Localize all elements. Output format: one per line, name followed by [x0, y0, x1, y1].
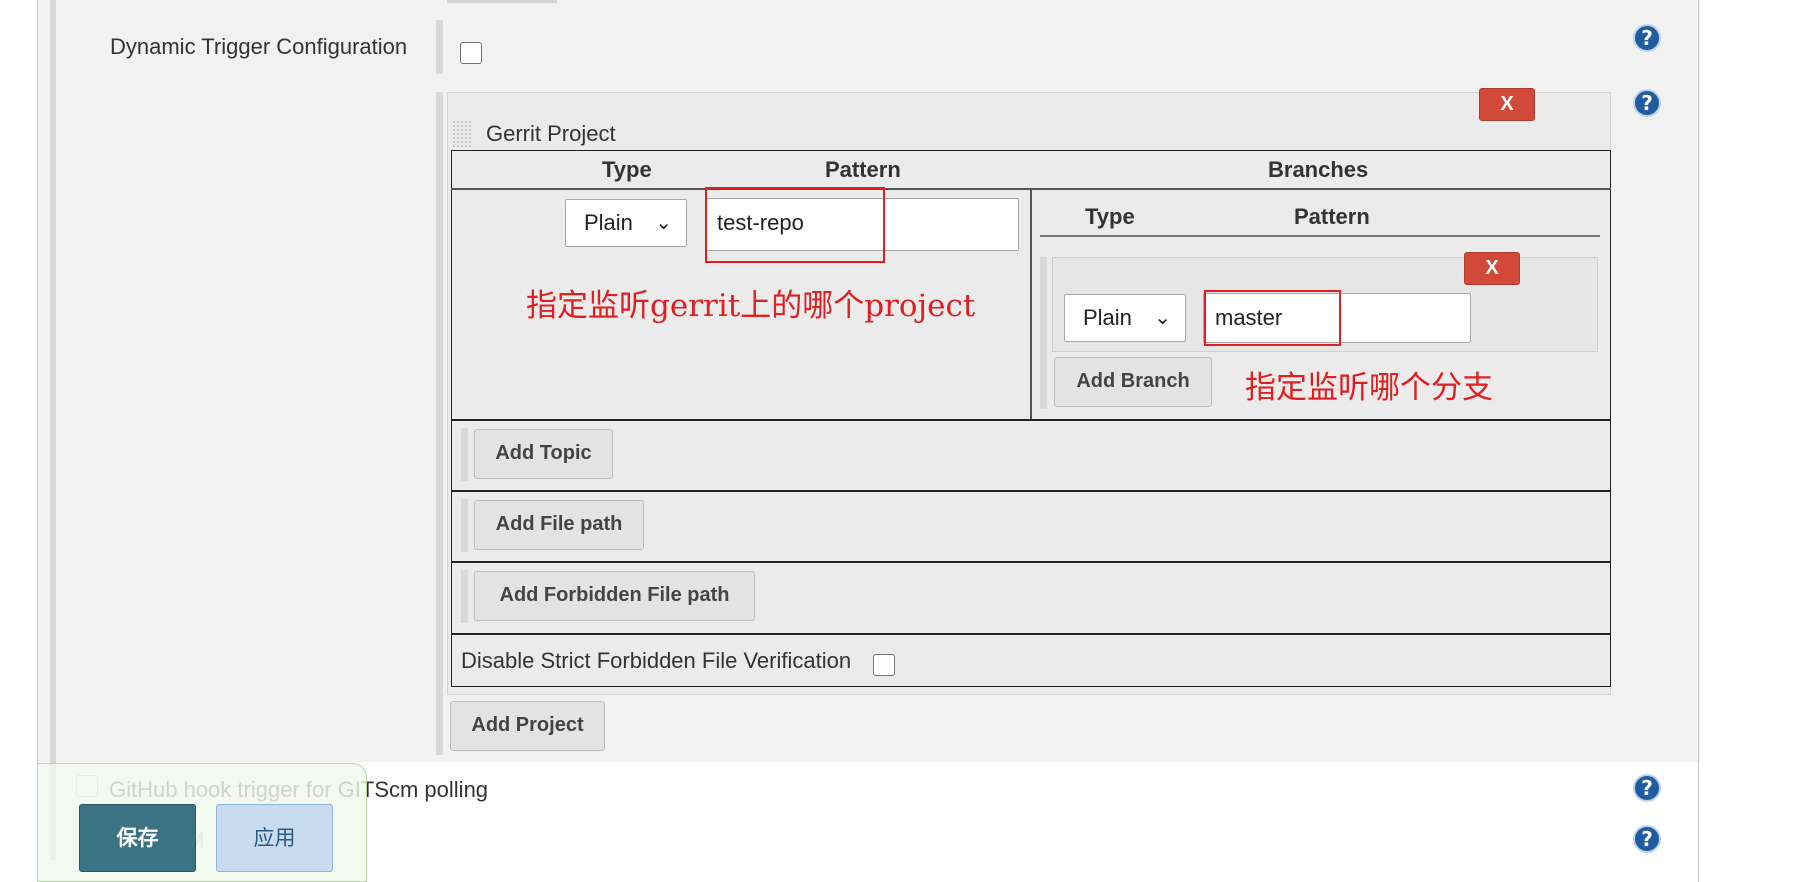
branch-type-value: Plain — [1083, 305, 1132, 330]
add-branch-button[interactable]: Add Branch — [1054, 357, 1212, 407]
field-gutter — [436, 20, 443, 74]
row-gutter — [461, 570, 468, 623]
annotation-highlight-box — [1204, 290, 1341, 346]
dynamic-trigger-checkbox[interactable] — [460, 42, 482, 64]
branches-column-header: Branches — [1268, 157, 1369, 182]
apply-button[interactable]: 应用 — [216, 804, 333, 872]
help-icon[interactable]: ? — [1633, 89, 1661, 117]
branch-header-divider — [1040, 235, 1600, 237]
branch-type-header: Type — [1085, 204, 1135, 229]
add-forbidden-file-path-button[interactable]: Add Forbidden File path — [474, 571, 755, 621]
row-divider — [451, 633, 1611, 635]
dynamic-trigger-label: Dynamic Trigger Configuration — [110, 34, 408, 59]
add-project-button[interactable]: Add Project — [450, 701, 605, 751]
help-icon[interactable]: ? — [1633, 825, 1661, 853]
add-topic-button[interactable]: Add Topic — [474, 429, 613, 479]
add-file-path-button[interactable]: Add File path — [474, 500, 644, 550]
chevron-down-icon: ⌄ — [655, 212, 672, 234]
drag-handle-icon[interactable] — [452, 120, 472, 148]
delete-project-button[interactable]: X — [1479, 88, 1535, 121]
branch-type-select[interactable]: Plain ⌄ — [1064, 294, 1186, 342]
chevron-down-icon: ⌄ — [1154, 307, 1171, 329]
project-annotation: 指定监听gerrit上的哪个project — [526, 288, 976, 324]
row-divider — [451, 419, 1611, 421]
help-icon[interactable]: ? — [1633, 24, 1661, 52]
page-right-border — [1698, 0, 1699, 882]
help-icon[interactable]: ? — [1633, 774, 1661, 802]
disable-strict-label: Disable Strict Forbidden File Verificati… — [461, 648, 852, 673]
row-gutter — [461, 428, 468, 481]
page-left-border — [37, 0, 38, 882]
row-divider — [451, 561, 1611, 563]
section-left-rule — [50, 0, 56, 860]
gerrit-block-gutter — [436, 92, 443, 755]
row-divider — [451, 490, 1611, 492]
save-button[interactable]: 保存 — [79, 804, 196, 872]
previous-field-edge — [447, 0, 557, 3]
delete-branch-button[interactable]: X — [1464, 252, 1520, 285]
row-gutter — [461, 499, 468, 552]
project-type-select[interactable]: Plain ⌄ — [565, 199, 687, 247]
branch-gutter — [1040, 257, 1047, 409]
disable-strict-checkbox[interactable] — [873, 654, 895, 676]
project-type-value: Plain — [584, 210, 633, 235]
pattern-column-header: Pattern — [825, 157, 901, 182]
type-column-header: Type — [602, 157, 652, 182]
branch-annotation: 指定监听哪个分支 — [1245, 370, 1493, 406]
column-divider — [1030, 188, 1032, 419]
branch-pattern-header: Pattern — [1294, 204, 1370, 229]
annotation-highlight-box — [705, 187, 885, 263]
gerrit-project-title: Gerrit Project — [486, 121, 616, 146]
